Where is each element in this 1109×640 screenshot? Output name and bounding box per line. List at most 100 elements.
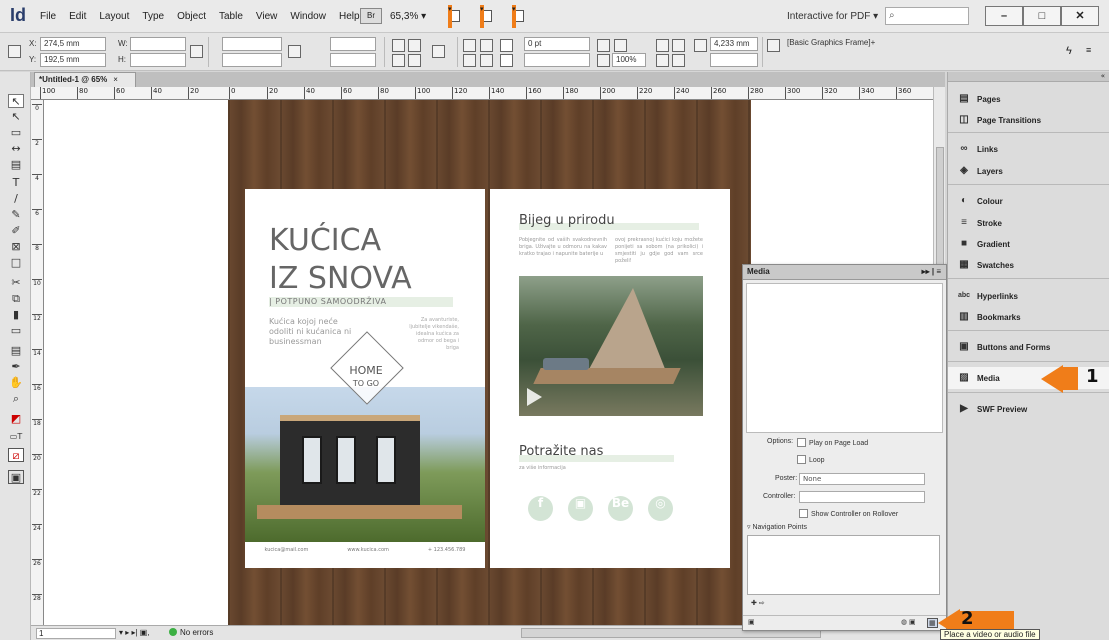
loop-checkbox[interactable] [797,455,806,464]
type-tool-icon[interactable]: T [8,176,24,190]
collapse-dock-button[interactable]: « [948,72,1109,82]
close-button[interactable]: ✕ [1061,6,1099,26]
badge-home-text[interactable]: HOME [333,364,399,377]
page-navigation[interactable]: ▾ ▸ ▸| ▣, [119,628,150,637]
behance-icon[interactable]: Be [608,496,633,521]
direct-selection-tool-icon[interactable]: ↖ [8,110,24,124]
arrange-documents-button[interactable]: ▾ [512,4,538,28]
footer-email[interactable]: kucica@mail.com [265,547,309,553]
contact-heading[interactable]: Potražite nas [519,444,603,459]
contact-subheading[interactable]: za više informacija [519,465,566,471]
fill-stroke-icon[interactable]: ◩ [8,412,24,426]
bridge-button[interactable]: Br [360,8,382,24]
body-column-2[interactable]: ovoj prekrasnoj kućici koju možete ponij… [615,237,703,265]
free-transform-tool-icon[interactable]: ⧉ [8,292,24,306]
maximize-button[interactable]: □ [1023,6,1061,26]
poster-dropdown[interactable]: None [799,473,925,485]
gap-field[interactable]: 4,233 mm [710,37,758,51]
panel-gradient[interactable]: ■ Gradient [948,233,1109,255]
pen-tool-icon[interactable]: ✎ [8,208,24,222]
navigation-points-list[interactable] [747,535,940,595]
object-style-dropdown[interactable]: [Basic Graphics Frame]+ [784,37,882,51]
formatting-affects-container-icon[interactable]: ▭T [8,430,24,444]
panel-layers[interactable]: ◈ Layers [948,160,1109,182]
screen-mode-button[interactable]: ▾ [480,4,506,28]
url-icon[interactable]: ◍ ▣ [901,618,916,626]
stroke-type-dropdown[interactable] [524,53,590,67]
document-tab[interactable]: *Untitled-1 @ 65% × [34,72,136,87]
menu-help[interactable]: Help [339,11,360,22]
add-navpoint-icon[interactable]: ✚ ⇨ [751,599,765,607]
text-wrap-icon[interactable] [656,39,669,52]
menu-table[interactable]: Table [219,11,243,22]
location-icon[interactable]: ◎ [648,496,673,521]
play-on-load-checkbox[interactable] [797,438,806,447]
zoom-tool-icon[interactable]: ⌕ [8,392,24,406]
badge-togo-text[interactable]: TO GO [333,379,399,388]
menu-view[interactable]: View [256,11,278,22]
view-options-button[interactable]: ▾ [448,4,474,28]
body-column-1[interactable]: Pobjegnite od vaših svakodnevnih briga. … [519,237,607,265]
hand-tool-icon[interactable]: ✋ [8,376,24,390]
scale-y-field[interactable] [222,53,282,67]
preflight-status[interactable]: No errors [169,628,213,637]
selection-tool-icon[interactable]: ↖ [8,94,24,108]
corner-dropdown[interactable] [710,53,758,67]
play-on-load-option[interactable]: Play on Page Load [797,438,868,447]
page-tool-icon[interactable]: ▭ [8,126,24,140]
note-tool-icon[interactable]: ▤ [8,344,24,358]
panel-menu-icon[interactable]: ≡ [1086,45,1099,58]
fit-content-icon[interactable] [656,54,669,67]
page-tagline[interactable]: Kućica kojoj neće odoliti ni kućanica ni… [269,317,364,347]
menu-object[interactable]: Object [177,11,206,22]
page-right[interactable]: Bijeg u prirodu Pobjegnite od vaših svak… [490,189,730,568]
select-content-icon[interactable] [408,54,421,67]
stroke-swatch-icon[interactable] [500,54,513,67]
opacity-field[interactable]: 100% [612,53,646,67]
constrain-proportions-icon[interactable] [190,45,203,58]
gap-tool-icon[interactable]: ↔ [8,142,24,156]
page-left[interactable]: KUĆICA IZ SNOVA | POTPUNO SAMOODRŽIVA Ku… [245,189,485,568]
pencil-tool-icon[interactable]: ✐ [8,224,24,238]
panel-hyperlinks[interactable]: abc Hyperlinks [948,285,1109,307]
rectangle-tool-icon[interactable]: □ [8,256,24,270]
menu-type[interactable]: Type [142,11,164,22]
menu-file[interactable]: File [40,11,56,22]
panel-pages[interactable]: ▤ Pages [948,88,1109,110]
content-collector-icon[interactable]: ▤ [8,158,24,172]
panel-links[interactable]: ∞ Links [948,138,1109,160]
show-controller-checkbox[interactable] [799,509,808,518]
page-number-field[interactable]: 1 [36,628,116,639]
preview-icon[interactable]: ▣ [748,618,755,626]
facebook-icon[interactable]: f [528,496,553,521]
x-position-field[interactable]: 274,5 mm [40,37,106,51]
reference-point-icon[interactable] [8,45,21,58]
rotate-ccw-icon[interactable] [408,39,421,52]
controller-dropdown[interactable] [799,491,925,503]
rotate-icon[interactable] [288,45,301,58]
flip-horizontal-icon[interactable] [463,39,476,52]
zoom-dropdown[interactable]: 65,3% ▾ [390,11,426,22]
select-container-icon[interactable] [392,54,405,67]
fill-swatch-icon[interactable] [500,39,513,52]
footer-phone[interactable]: + 123.456.789 [428,547,466,553]
search-input[interactable]: ⌕ [885,7,969,25]
fit-frame-icon[interactable] [672,54,685,67]
lightning-icon[interactable]: ϟ [1066,45,1079,58]
workspace-switcher[interactable]: Interactive for PDF ▾ [787,11,878,22]
align-icon[interactable] [463,54,476,67]
page-title-line2[interactable]: IZ SNOVA [269,261,412,296]
place-video-audio-button[interactable]: ▦ [927,618,938,628]
auto-fit-icon[interactable] [694,39,707,52]
video-frame[interactable] [519,276,703,416]
panel-buttons-and-forms[interactable]: ▣ Buttons and Forms [948,336,1109,358]
menu-layout[interactable]: Layout [99,11,129,22]
scale-x-field[interactable] [222,37,282,51]
rectangle-frame-tool-icon[interactable]: ⊠ [8,240,24,254]
house-photo[interactable] [245,387,485,542]
effects-icon[interactable] [614,39,627,52]
rotation-angle-field[interactable] [330,37,376,51]
play-icon[interactable] [527,388,542,406]
width-field[interactable] [130,37,186,51]
minimize-button[interactable]: – [985,6,1023,26]
